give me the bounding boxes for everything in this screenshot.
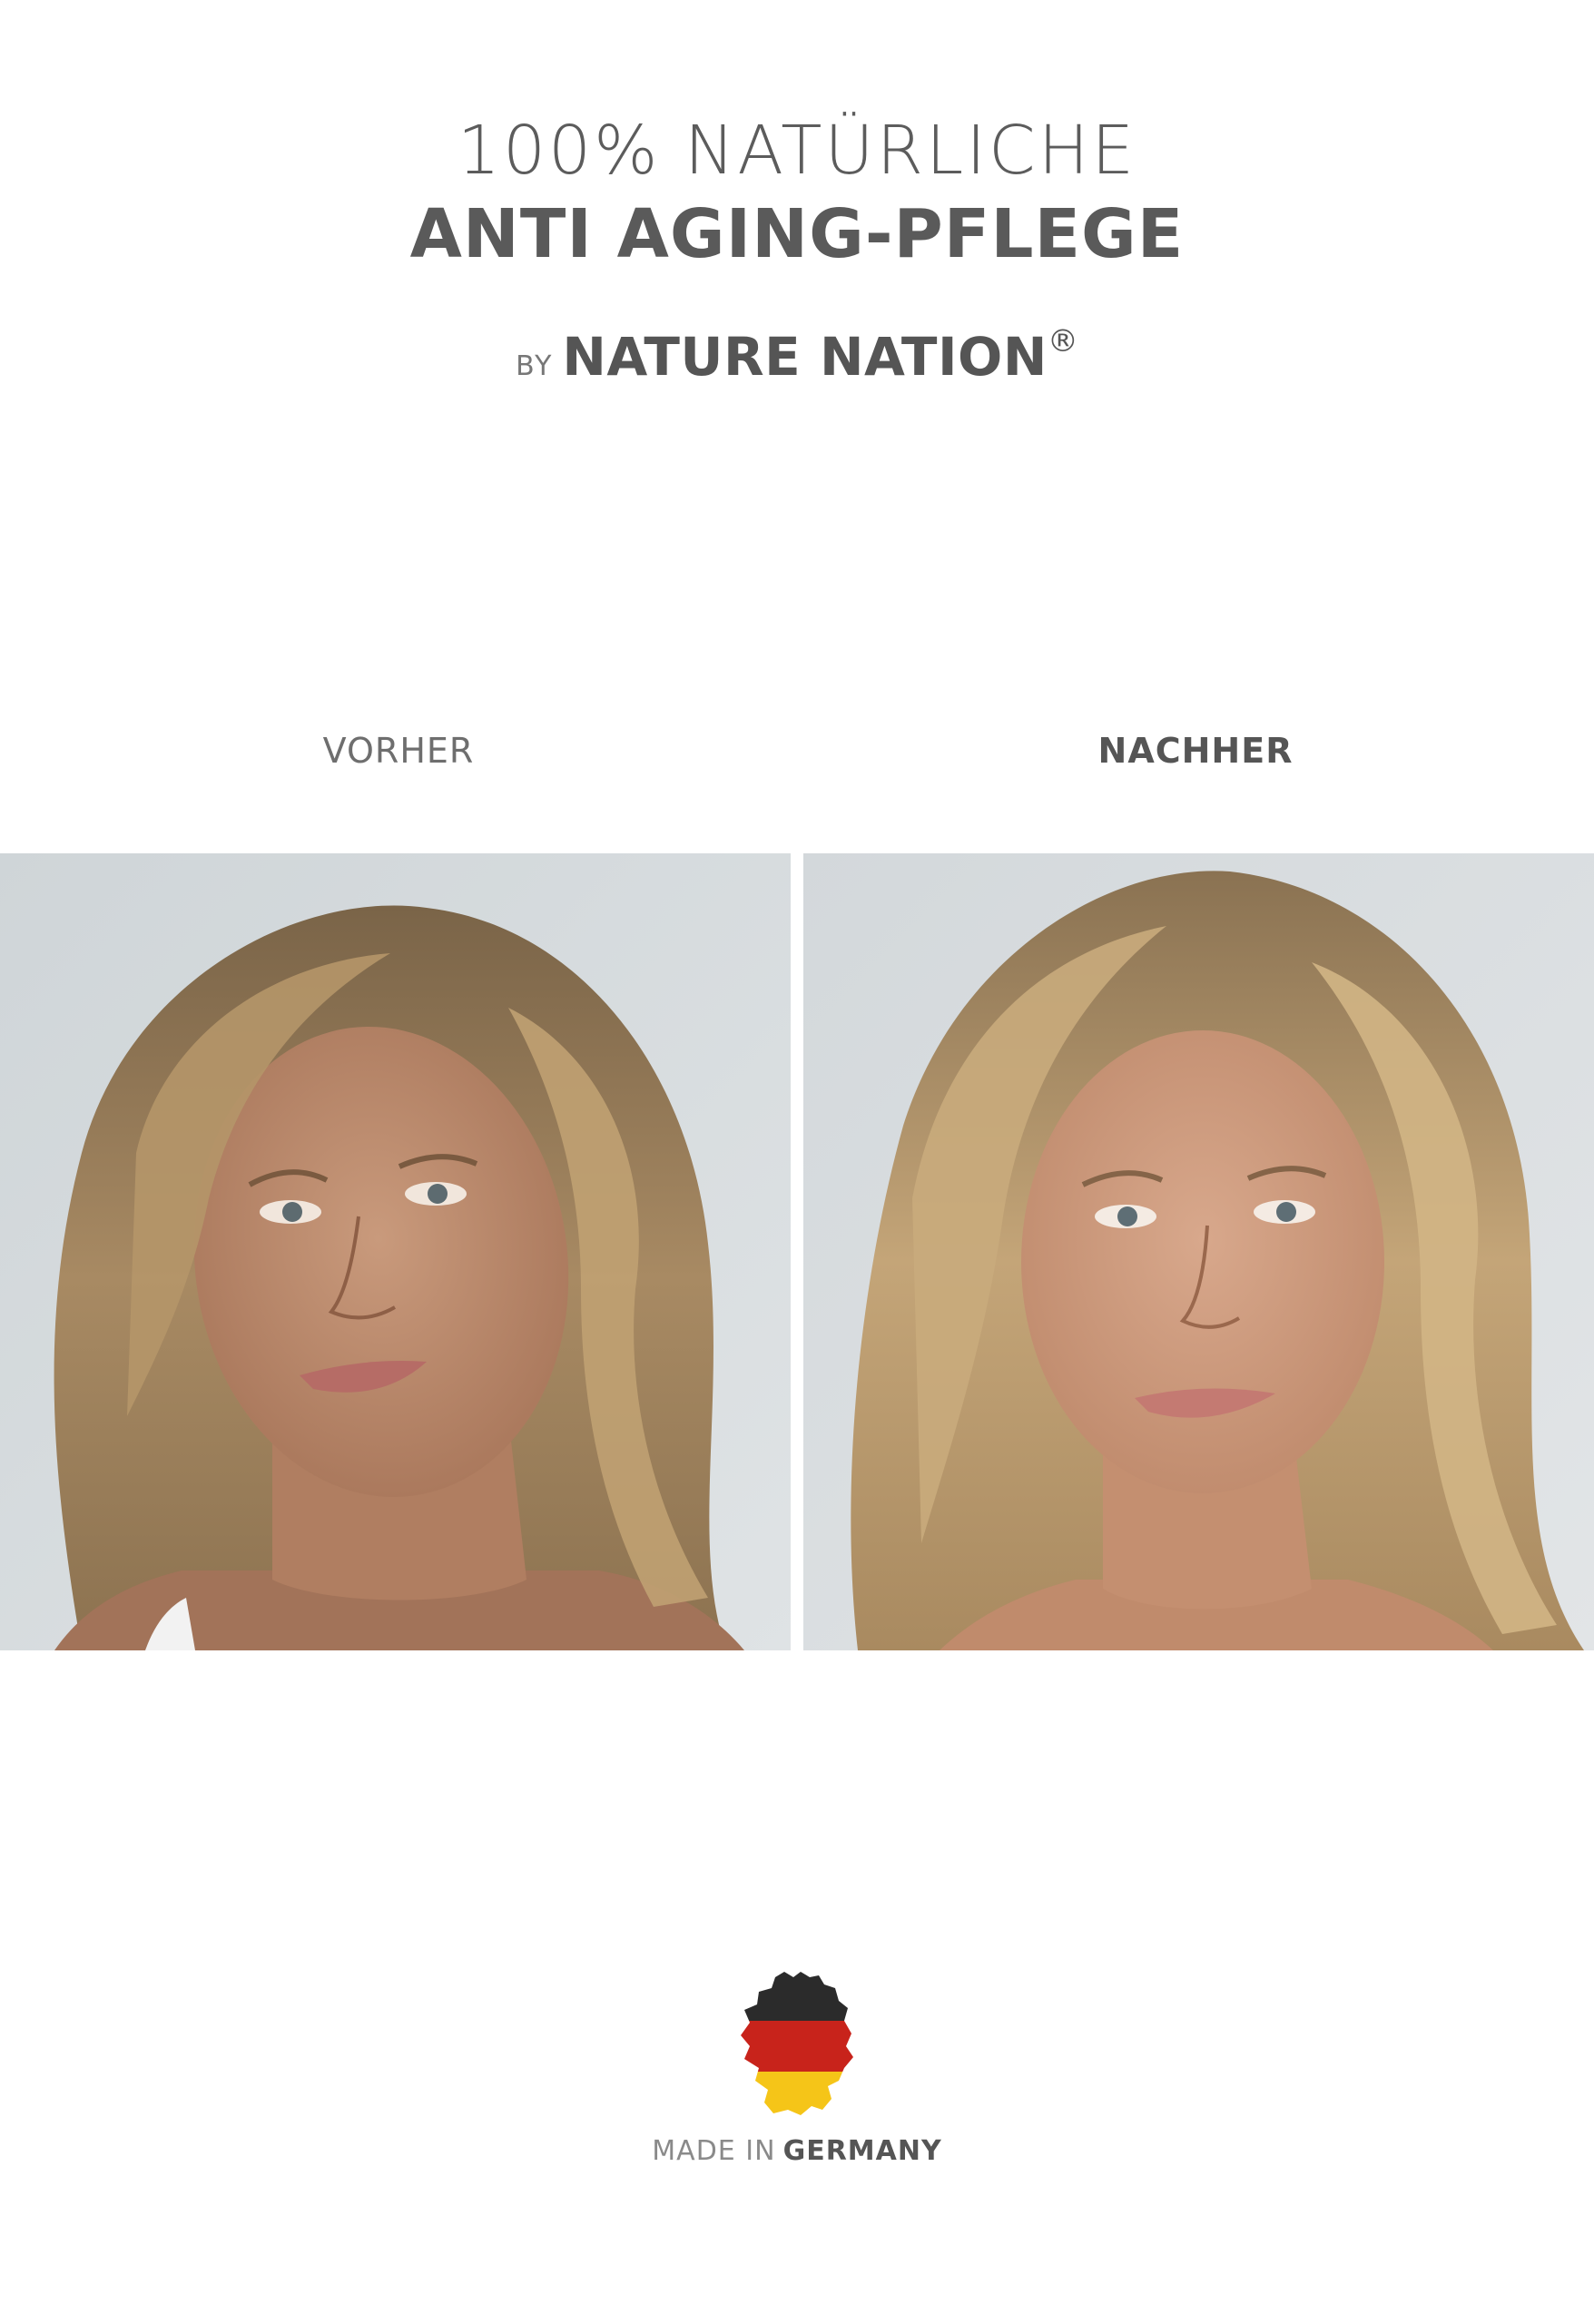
brand-by-label: BY xyxy=(516,350,554,382)
before-photo xyxy=(0,853,791,1650)
registered-mark: ® xyxy=(1047,323,1078,359)
after-photo xyxy=(803,853,1594,1650)
country-label: GERMANY xyxy=(782,2135,942,2167)
before-label: VORHER xyxy=(322,731,475,771)
after-label: NACHHER xyxy=(1097,731,1294,771)
headline-line-1: 100% NATÜRLICHE xyxy=(457,112,1137,190)
germany-flag-map-icon xyxy=(737,1968,857,2121)
headline: 100% NATÜRLICHE ANTI AGING-PFLEGE xyxy=(0,109,1594,276)
brand-name: NATURE NATION xyxy=(562,326,1048,388)
headline-line-2: ANTI AGING-PFLEGE xyxy=(409,195,1185,273)
made-in-label: MADE IN xyxy=(652,2135,776,2167)
made-in-germany: MADE IN GERMANY xyxy=(0,2135,1594,2167)
after-portrait-illustration xyxy=(803,853,1594,1650)
brand-line: BY NATURE NATION® xyxy=(0,323,1594,388)
before-portrait-illustration xyxy=(0,853,791,1650)
